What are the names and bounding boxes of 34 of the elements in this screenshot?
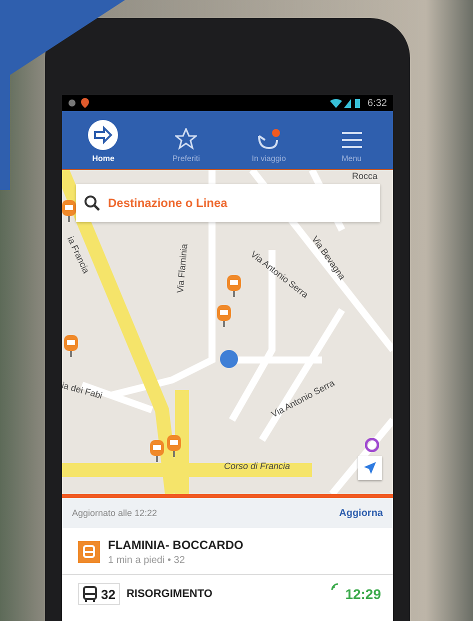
street-label: Corso di Francia: [224, 461, 290, 471]
bus-stop-marker[interactable]: [150, 440, 164, 462]
bus-stop-marker[interactable]: [217, 305, 231, 327]
bus-stop-icon: [78, 541, 100, 563]
street-label: Rocca: [352, 171, 378, 181]
location-dot: [220, 350, 238, 368]
notification-icon: [68, 98, 92, 108]
destination: RISORGIMENTO: [126, 588, 214, 600]
search-icon: [84, 195, 100, 211]
stop-detail: 1 min a piedi • 32: [108, 555, 186, 566]
nav-tab[interactable]: In viaggio: [228, 111, 310, 169]
refresh-link[interactable]: Aggiorna: [339, 508, 383, 518]
clock: 6:32: [368, 98, 387, 108]
update-time: Aggiornato alle 12:22: [72, 508, 158, 518]
route-icon: [256, 128, 281, 150]
nav-tab[interactable]: Preferiti: [144, 111, 228, 169]
stop-name: FLAMINIA- BOCCARDO: [108, 538, 244, 552]
search-field[interactable]: Destinazione o Linea: [76, 184, 380, 222]
street-label: ia dei Fabi: [62, 380, 104, 401]
navigation-arrow-icon: [363, 461, 377, 475]
bus-stop-marker[interactable]: [62, 200, 76, 222]
bus-stop-marker[interactable]: [227, 275, 241, 297]
bus-icon: [83, 586, 97, 602]
menu-icon: [340, 130, 363, 150]
bus-stop-marker[interactable]: [64, 335, 78, 357]
nav-tab[interactable]: Menu: [310, 111, 393, 169]
nav-tab[interactable]: Home: [62, 111, 145, 169]
poi-icon: [365, 438, 379, 452]
departure-time: 12:29: [345, 586, 381, 602]
line-number: 32: [101, 586, 116, 602]
street-label: Via Flaminia: [175, 243, 190, 294]
locate-button[interactable]: [358, 456, 382, 480]
star-icon: [175, 128, 198, 150]
bus-stop-marker[interactable]: [167, 435, 181, 457]
